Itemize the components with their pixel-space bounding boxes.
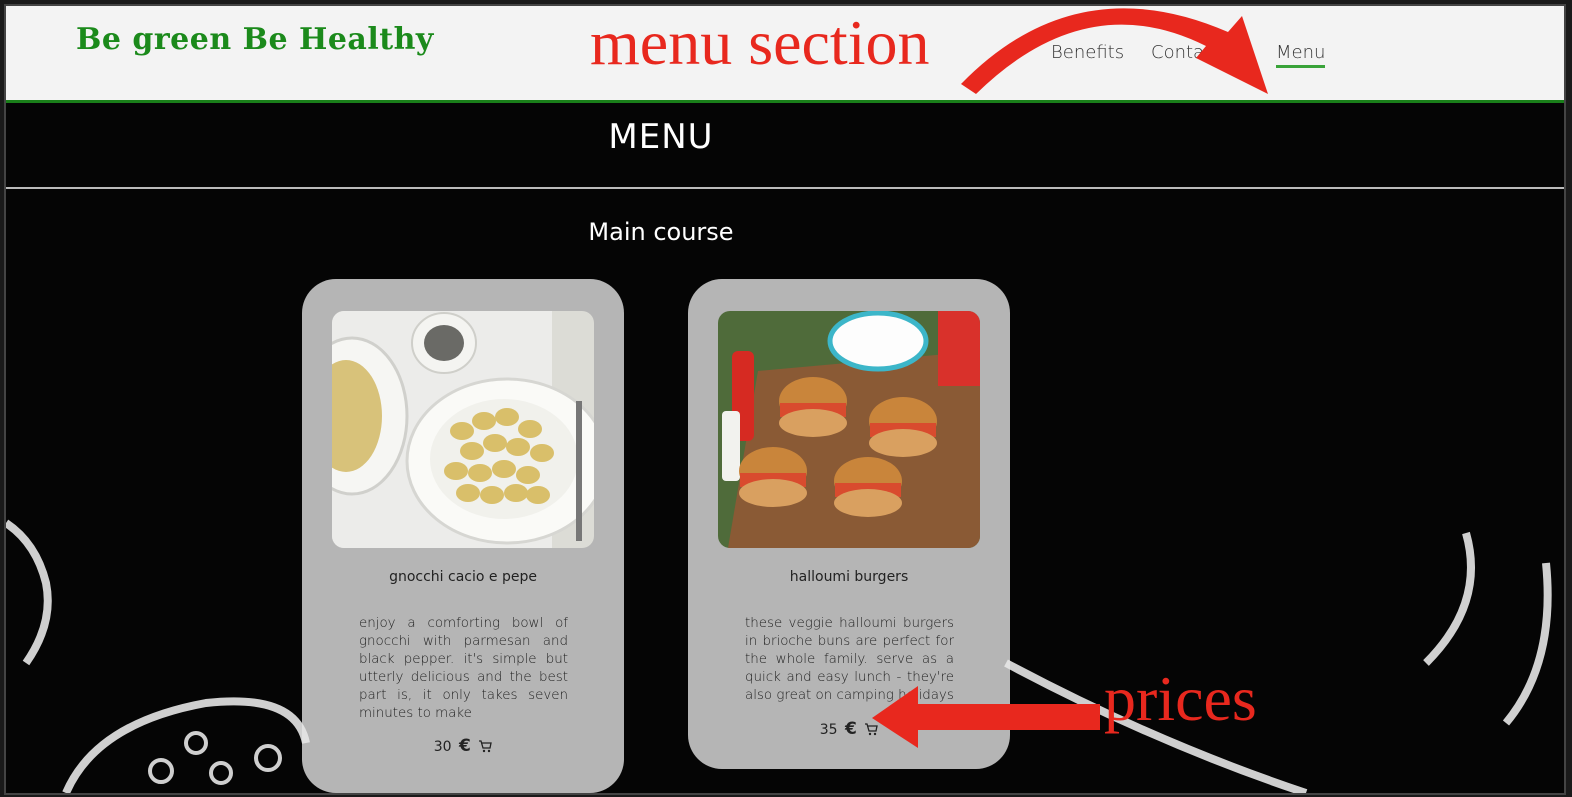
annotation-prices: prices [1104, 663, 1257, 734]
annotation-menu-section: menu section [590, 7, 930, 78]
annotation-arrow-menu [961, 8, 1268, 94]
browser-viewport: Be green Be Healthy Benefits Contacts Me… [4, 4, 1566, 795]
annotation-arrow-prices [872, 686, 1100, 748]
annotation-arrows [872, 8, 1268, 748]
